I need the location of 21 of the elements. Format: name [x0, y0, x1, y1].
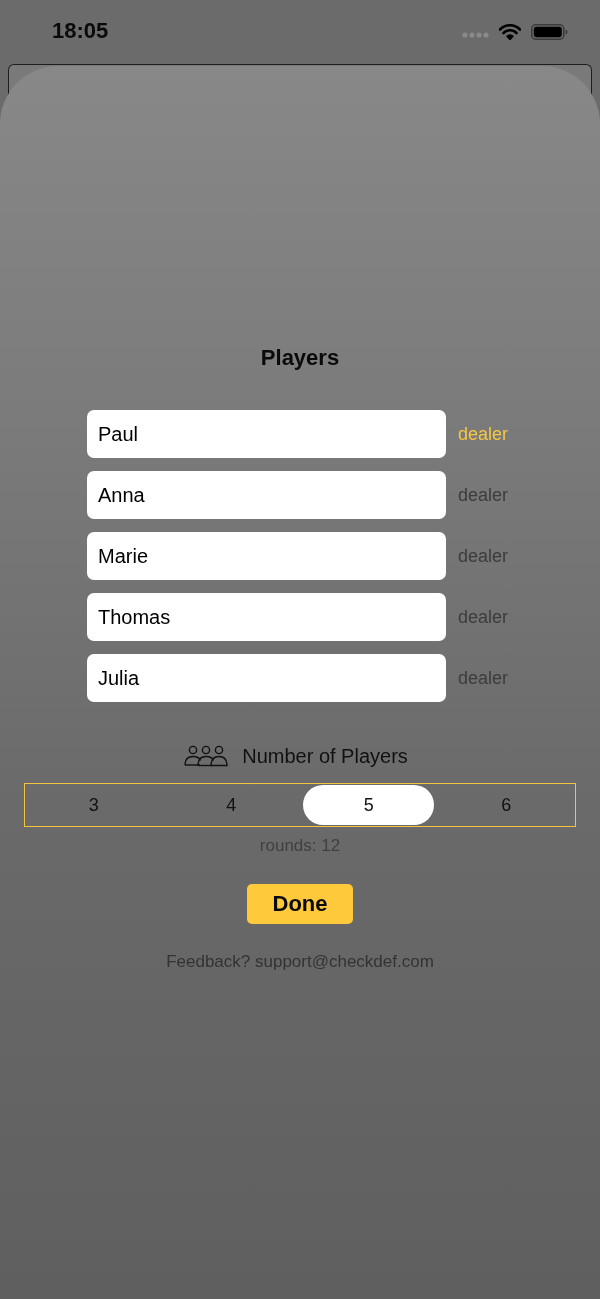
name-field[interactable]: Anna	[87, 471, 446, 519]
signal-icon	[462, 31, 489, 38]
count-option[interactable]: 4	[165, 785, 297, 825]
wifi-icon	[499, 24, 521, 40]
count-option[interactable]: 3	[28, 785, 160, 825]
people-icon	[184, 745, 229, 767]
dealer-button[interactable]: dealer	[458, 484, 514, 506]
status-time: 18:05	[52, 18, 109, 44]
dealer-button[interactable]: dealer	[458, 606, 514, 628]
sheet-title: Players	[260, 344, 340, 372]
dealer-button[interactable]: dealer	[458, 423, 514, 445]
battery-icon	[531, 24, 568, 40]
name-field[interactable]: Paul	[87, 410, 446, 458]
count-option[interactable]: 5	[303, 785, 435, 825]
dealer-button[interactable]: dealer	[458, 545, 514, 567]
count-option[interactable]: 6	[440, 785, 572, 825]
done-button[interactable]: Done	[247, 884, 353, 924]
number-of-players-label: Number of Players	[242, 744, 408, 768]
name-field[interactable]: Julia	[87, 654, 446, 702]
name-field[interactable]: Marie	[87, 532, 446, 580]
name-field[interactable]: Thomas	[87, 593, 446, 641]
